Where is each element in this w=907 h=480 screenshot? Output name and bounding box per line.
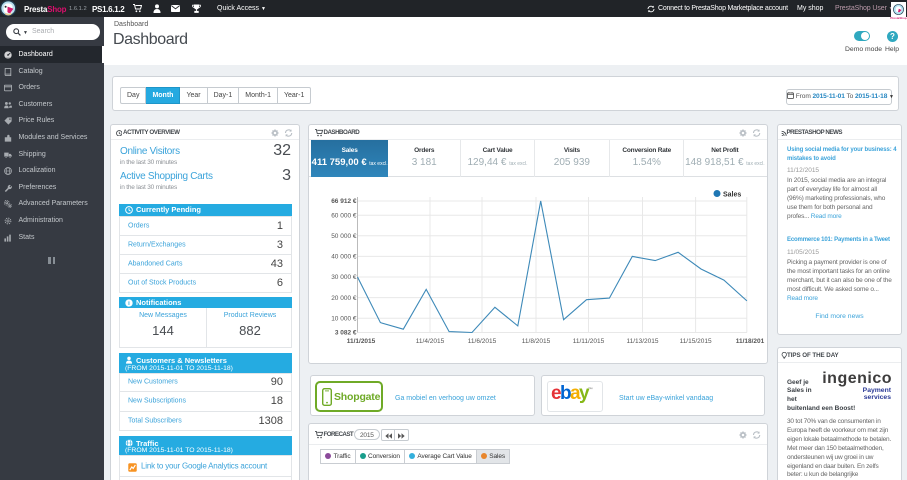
svg-text:40 000 €: 40 000 € [331, 254, 357, 261]
svg-text:60 000 €: 60 000 € [331, 212, 357, 219]
svg-text:10 000 €: 10 000 € [331, 315, 357, 322]
svg-text:30 000 €: 30 000 € [331, 274, 357, 281]
svg-text:11/8/2015: 11/8/2015 [522, 338, 551, 345]
svg-text:Sales: Sales [723, 192, 741, 199]
svg-text:11/15/2015: 11/15/2015 [680, 338, 712, 345]
svg-text:11/18/201: 11/18/201 [736, 338, 765, 345]
svg-text:11/6/2015: 11/6/2015 [468, 338, 497, 345]
svg-text:20 000 €: 20 000 € [331, 295, 357, 302]
svg-text:11/13/2015: 11/13/2015 [626, 338, 658, 345]
svg-text:11/11/2015: 11/11/2015 [573, 338, 605, 345]
svg-text:11/4/2015: 11/4/2015 [416, 338, 445, 345]
svg-text:66 912 €: 66 912 € [331, 198, 357, 205]
svg-text:3 082 €: 3 082 € [335, 330, 357, 337]
svg-text:11/1/2015: 11/1/2015 [347, 338, 376, 345]
svg-text:50 000 €: 50 000 € [331, 233, 357, 240]
